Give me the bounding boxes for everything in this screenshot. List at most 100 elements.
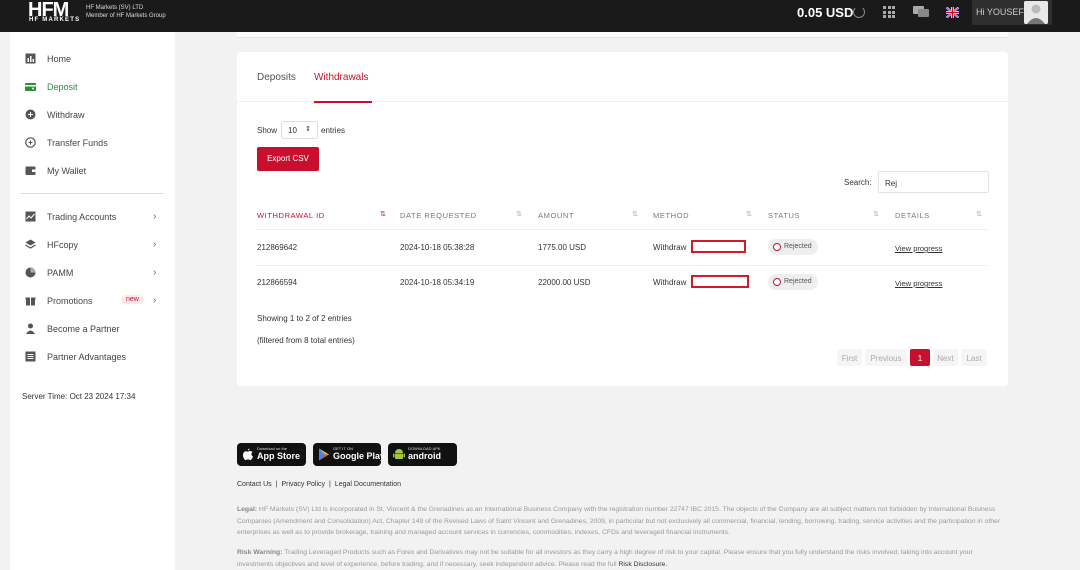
sidebar-item-partner-advantages[interactable]: Partner Advantages — [10, 347, 175, 367]
footer-links: Contact Us | Privacy Policy | Legal Document… — [237, 481, 402, 488]
status-circle-icon — [773, 243, 781, 251]
risk-disclosure-link[interactable]: Risk Disclosure. — [619, 561, 668, 568]
view-progress-link[interactable]: View progress — [895, 279, 942, 288]
legal-notice: Legal: HF Markets (SV) Ltd is incorporat… — [237, 506, 1001, 536]
android-apk-button[interactable]: DOWNLOAD APK android — [388, 443, 457, 466]
table-filter-info: (filtered from 8 total entries) — [257, 336, 355, 345]
redacted-box — [691, 240, 746, 253]
apple-icon — [243, 448, 253, 460]
google-play-label: Google Play — [333, 451, 386, 461]
chevron-right-icon: › — [153, 267, 157, 278]
sidebar-item-label: Deposit — [47, 82, 78, 92]
google-play-button[interactable]: GET IT ON Google Play — [313, 443, 385, 466]
account-balance: 0.05 USD — [797, 5, 854, 20]
avatar — [1024, 1, 1048, 24]
column-header-status[interactable]: STATUS — [768, 211, 800, 220]
sidebar-item-transfer-funds[interactable]: Transfer Funds — [10, 133, 175, 153]
column-header-method[interactable]: METHOD — [653, 211, 689, 220]
export-csv-button[interactable]: Export CSV — [257, 147, 319, 171]
column-header-date-requested[interactable]: DATE REQUESTED — [400, 211, 477, 220]
pagination-first[interactable]: First — [837, 349, 862, 366]
tab-bar: Deposits Withdrawals — [237, 52, 1008, 103]
amount: 22000.00 USD — [538, 278, 591, 287]
logo-subtitle: HF MARKETS — [29, 17, 81, 23]
server-time: Server Time: Oct 23 2024 17:34 — [22, 392, 136, 401]
top-bar: HFM HF MARKETS HF Markets (SV) LTD Membe… — [0, 0, 1080, 32]
sidebar-divider — [20, 193, 164, 194]
android-label: android — [408, 451, 441, 461]
pagination-previous[interactable]: Previous — [865, 349, 907, 366]
pagination-next[interactable]: Next — [933, 349, 958, 366]
column-header-details[interactable]: DETAILS — [895, 211, 930, 220]
sidebar-item-label: Trading Accounts — [47, 212, 117, 222]
chevron-right-icon: › — [153, 211, 157, 222]
withdraw-icon — [25, 109, 36, 120]
user-menu[interactable]: Hi YOUSEF — [972, 0, 1052, 25]
tab-deposits[interactable]: Deposits — [257, 72, 296, 83]
sidebar-item-label: Withdraw — [47, 110, 85, 120]
gift-icon — [25, 297, 36, 306]
sidebar-item-trading-accounts[interactable]: Trading Accounts › — [10, 207, 175, 227]
entries-label: entries — [321, 126, 346, 135]
refresh-icon[interactable] — [853, 6, 865, 18]
date-requested: 2024-10-18 05:34:19 — [400, 278, 475, 287]
contact-us-link[interactable]: Contact Us — [237, 481, 272, 488]
user-greeting: Hi YOUSEF — [976, 7, 1024, 17]
sidebar-item-my-wallet[interactable]: My Wallet — [10, 161, 175, 181]
sort-icon[interactable]: ⇅ — [632, 210, 638, 218]
active-tab-indicator — [314, 101, 372, 103]
status-badge: Rejected — [768, 239, 818, 255]
withdrawal-id: 212866594 — [257, 278, 298, 287]
transfer-icon — [25, 137, 36, 148]
sidebar-item-withdraw[interactable]: Withdraw — [10, 105, 175, 125]
sidebar-item-label: HFcopy — [47, 240, 79, 250]
status-badge: Rejected — [768, 274, 818, 290]
sidebar-item-pamm[interactable]: PAMM › — [10, 263, 175, 283]
pagination-page-1[interactable]: 1 — [910, 349, 930, 366]
column-header-amount[interactable]: AMOUNT — [538, 211, 574, 220]
new-badge: new — [121, 295, 144, 304]
withdrawal-id: 212869642 — [257, 243, 298, 252]
sort-icon[interactable]: ⇅ — [873, 210, 879, 218]
sidebar-item-label: Promotions — [47, 296, 93, 306]
chat-icon[interactable] — [913, 6, 930, 18]
sort-icon[interactable]: ⇅ — [380, 210, 386, 218]
sidebar-item-hfcopy[interactable]: HFcopy › — [10, 235, 175, 255]
android-icon — [393, 449, 405, 459]
list-icon — [25, 351, 36, 362]
sidebar-item-promotions[interactable]: Promotions new › — [10, 291, 175, 311]
transactions-card: Deposits Withdrawals Show 10 ⇕ entries E… — [237, 52, 1008, 386]
date-requested: 2024-10-18 05:38:28 — [400, 243, 475, 252]
view-progress-link[interactable]: View progress — [895, 244, 942, 253]
column-header-withdrawal-id[interactable]: WITHDRAWAL ID — [257, 211, 325, 220]
method: Withdraw — [653, 243, 687, 252]
layers-icon — [25, 239, 36, 249]
header-divider — [257, 229, 988, 230]
sort-icon[interactable]: ⇅ — [516, 210, 522, 218]
chevron-right-icon: › — [153, 295, 157, 306]
sidebar-item-become-a-partner[interactable]: Become a Partner — [10, 319, 175, 339]
sort-icon[interactable]: ⇅ — [976, 210, 982, 218]
app-store-button[interactable]: Download on the App Store — [237, 443, 306, 466]
deposit-icon — [25, 83, 36, 91]
uk-flag-icon[interactable] — [946, 7, 959, 18]
privacy-policy-link[interactable]: Privacy Policy — [281, 481, 325, 488]
sidebar-item-label: My Wallet — [47, 166, 87, 176]
sidebar-item-deposit[interactable]: Deposit — [10, 77, 175, 97]
sidebar-item-home[interactable]: Home — [10, 49, 175, 69]
chevron-right-icon: › — [153, 239, 157, 250]
show-label: Show — [257, 126, 278, 135]
legal-documentation-link[interactable]: Legal Documentation — [335, 481, 401, 488]
tab-withdrawals[interactable]: Withdrawals — [314, 72, 368, 83]
page-size-select[interactable]: 10 ⇕ — [281, 121, 318, 139]
status-circle-icon — [773, 278, 781, 286]
person-icon — [26, 323, 35, 334]
redacted-box — [691, 275, 749, 288]
home-icon — [25, 53, 36, 64]
apps-grid-icon[interactable] — [883, 6, 895, 18]
select-arrows-icon: ⇕ — [305, 126, 311, 133]
pagination-last[interactable]: Last — [961, 349, 987, 366]
search-input[interactable]: Rej — [878, 171, 989, 193]
sort-icon[interactable]: ⇅ — [746, 210, 752, 218]
amount: 1775.00 USD — [538, 243, 587, 252]
